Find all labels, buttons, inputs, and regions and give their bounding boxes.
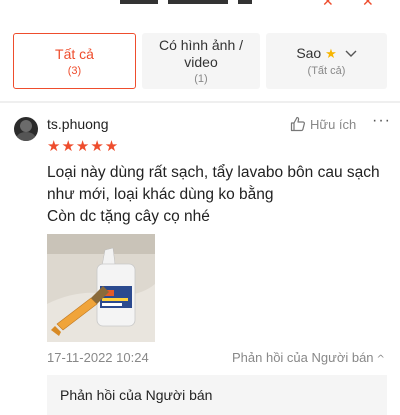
filter-with-media-count: (1) bbox=[194, 73, 208, 85]
review-date: 17-11-2022 10:24 bbox=[47, 350, 149, 365]
seller-reply-title: Phản hồi của Người bán bbox=[60, 387, 213, 403]
review-username[interactable]: ts.phuong bbox=[47, 116, 109, 132]
review-text-line: Loại này dùng rất sạch, tẩy lavabo bôn c… bbox=[47, 164, 380, 203]
seller-reply-box: Phản hồi của Người bán bbox=[47, 375, 387, 415]
header-strip: ✕ ✕ bbox=[0, 0, 400, 18]
review-photo[interactable] bbox=[47, 234, 155, 342]
filter-with-media[interactable]: Có hình ảnh / video (1) bbox=[142, 33, 260, 89]
filter-with-media-label: Có hình ảnh / video bbox=[158, 37, 244, 70]
section-divider bbox=[0, 101, 400, 103]
chat-icon[interactable]: ✕ bbox=[362, 0, 374, 10]
helpful-button[interactable]: Hữu ích bbox=[290, 116, 356, 132]
seller-reply-toggle[interactable]: Phản hồi của Người bán ^ bbox=[232, 350, 385, 365]
review-text: Loại này dùng rất sạch, tẩy lavabo bôn c… bbox=[47, 162, 392, 228]
seller-reply-toggle-label: Phản hồi của Người bán bbox=[232, 350, 374, 365]
review-filter-bar: Tất cả (3) Có hình ảnh / video (1) Sao ★… bbox=[0, 28, 400, 98]
filter-stars[interactable]: Sao ★ (Tất cả) bbox=[266, 33, 387, 89]
more-icon[interactable]: ··· bbox=[372, 112, 391, 130]
filter-stars-count: (Tất cả) bbox=[307, 65, 346, 77]
chevron-down-icon bbox=[345, 46, 357, 63]
filter-stars-label: Sao bbox=[296, 45, 322, 61]
filter-all-label: Tất cả bbox=[55, 45, 94, 62]
filter-all-count: (3) bbox=[67, 64, 82, 77]
star-icon: ★ bbox=[325, 47, 337, 62]
cart-icon[interactable]: ✕ bbox=[322, 0, 334, 10]
filter-all[interactable]: Tất cả (3) bbox=[13, 33, 136, 89]
helpful-label: Hữu ích bbox=[310, 116, 357, 132]
chevron-up-icon: ^ bbox=[376, 354, 385, 365]
rating-stars: ★★★★★ bbox=[47, 137, 120, 155]
review-text-line: Còn dc tặng cây cọ nhé bbox=[47, 208, 210, 225]
thumbs-up-icon bbox=[290, 116, 305, 132]
avatar[interactable] bbox=[14, 117, 38, 141]
